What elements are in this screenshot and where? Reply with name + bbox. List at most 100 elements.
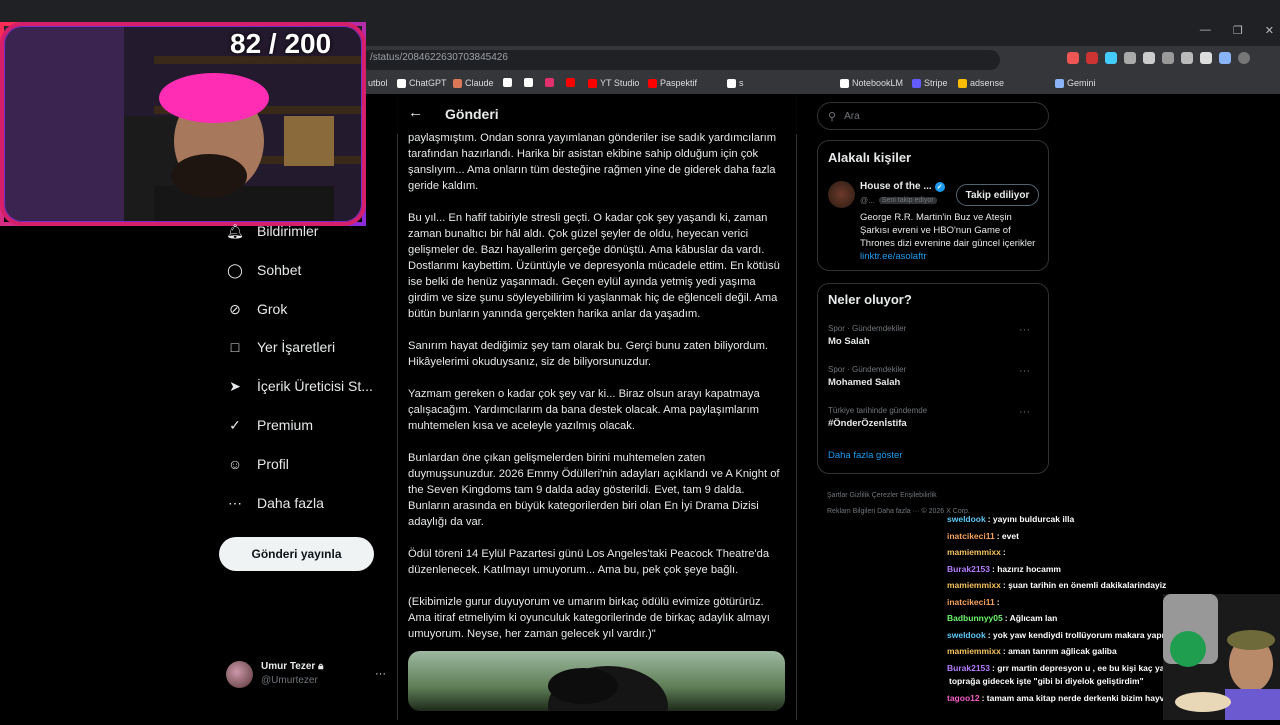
chat-username[interactable]: sweldook bbox=[947, 630, 986, 640]
chat-message: sweldook: yok yaw kendiydi trollüyorum m… bbox=[947, 630, 1190, 640]
bookmark-item[interactable]: s bbox=[727, 78, 744, 88]
bookmark-item[interactable]: ChatGPT bbox=[397, 78, 447, 88]
chat-username[interactable]: mamiemmixx bbox=[947, 580, 1001, 590]
more-icon[interactable]: ··· bbox=[1019, 324, 1030, 336]
chat-username[interactable]: inatcikeci11 bbox=[947, 597, 995, 607]
sidebar-item[interactable]: □ Yer İşaretleri bbox=[226, 338, 335, 356]
trend-name: #ÖnderÖzenİstifa bbox=[828, 418, 907, 429]
bookmark-item[interactable]: adsense bbox=[958, 78, 1004, 88]
chat-text: : Ağlıcam lan bbox=[1004, 613, 1058, 623]
chat-username[interactable]: mamiemmixx bbox=[947, 547, 1001, 557]
footer-line[interactable]: Şartlar Gizlilik Çerezler Erişilebilirli… bbox=[827, 488, 1047, 504]
more-icon[interactable]: ··· bbox=[375, 668, 386, 680]
post-button[interactable]: Gönderi yayınla bbox=[219, 537, 374, 571]
extension-icon[interactable] bbox=[1181, 52, 1193, 64]
sidebar-item[interactable]: ◯ Sohbet bbox=[226, 261, 301, 279]
extension-icon[interactable] bbox=[1162, 52, 1174, 64]
verified-badge-icon: ✓ bbox=[934, 181, 945, 192]
extension-icon[interactable] bbox=[1086, 52, 1098, 64]
chat-username[interactable]: Badbunnyy05 bbox=[947, 613, 1003, 623]
sidebar-item-label: Sohbet bbox=[257, 262, 302, 278]
bookmark-favicon-icon bbox=[1055, 78, 1064, 88]
sidebar-item-label: Profil bbox=[257, 456, 289, 472]
chat-text: : yok yaw kendiydi trollüyorum makara ya… bbox=[987, 630, 1190, 640]
chat-username[interactable]: tagoo12 bbox=[947, 693, 980, 703]
post-paragraph: paylaşmıştım. Ondan sonra yayımlanan gön… bbox=[408, 132, 777, 192]
extension-icon[interactable] bbox=[1200, 52, 1212, 64]
bookmark-item[interactable] bbox=[524, 78, 536, 87]
extension-icon[interactable] bbox=[1067, 52, 1079, 64]
sidebar-item[interactable]: ☺ Profil bbox=[226, 455, 289, 473]
post-paragraph: Sanırım hayat dediğimiz şey tam olarak b… bbox=[408, 340, 769, 368]
related-link[interactable]: linktr.ee/asolaftr bbox=[860, 251, 927, 262]
extension-icon[interactable] bbox=[1143, 52, 1155, 64]
trend-item[interactable]: Türkiye tarihinde gündemde #ÖnderÖzenİst… bbox=[828, 406, 1040, 429]
trends-title: Neler oluyor? bbox=[828, 292, 912, 307]
trend-item[interactable]: Spor · Gündemdekiler Mohamed Salah ··· bbox=[828, 365, 1040, 388]
chat-username[interactable]: Burak2153 bbox=[947, 663, 990, 673]
related-name[interactable]: House of the ... bbox=[860, 181, 932, 192]
bookmark-item[interactable] bbox=[503, 78, 515, 87]
minimize-button[interactable]: — bbox=[1200, 24, 1211, 37]
chat-username[interactable]: inatcikeci11 bbox=[947, 531, 995, 541]
chat-message: inatcikeci11: evet bbox=[947, 531, 1019, 541]
search-placeholder: Ara bbox=[844, 110, 860, 122]
chat-username[interactable]: mamiemmixx bbox=[947, 646, 1001, 656]
bookmark-item[interactable]: Stripe bbox=[912, 78, 948, 88]
related-title: Alakalı kişiler bbox=[828, 150, 912, 165]
bookmark-favicon-icon bbox=[958, 78, 967, 88]
bookmark-item[interactable]: utbol bbox=[368, 78, 388, 88]
bookmark-favicon-icon bbox=[545, 78, 554, 87]
bookmark-item[interactable]: Paspektif bbox=[648, 78, 697, 88]
bookmark-item[interactable]: Gemini bbox=[1055, 78, 1096, 88]
follows-you-badge: Seni takip ediyor bbox=[878, 197, 937, 204]
back-arrow-icon[interactable]: ← bbox=[408, 104, 423, 121]
chat-username[interactable]: Burak2153 bbox=[947, 564, 990, 574]
bookmark-favicon-icon bbox=[648, 78, 657, 88]
post-image[interactable] bbox=[408, 651, 785, 711]
bookmark-item[interactable] bbox=[545, 78, 557, 87]
url-text: /status/2084622630703845426 bbox=[370, 52, 508, 63]
following-button[interactable]: Takip ediliyor bbox=[956, 184, 1039, 206]
close-button[interactable]: ✕ bbox=[1265, 24, 1274, 37]
extension-icon[interactable] bbox=[1105, 52, 1117, 64]
account-switcher[interactable]: Umur Tezer 🔒︎ @Umurtezer ··· bbox=[226, 660, 386, 688]
sidebar-item[interactable]: ⋯ Daha fazla bbox=[226, 494, 324, 512]
profile-avatar-icon[interactable] bbox=[1238, 52, 1250, 64]
sidebar-item[interactable]: ✓ Premium bbox=[226, 416, 313, 434]
bookmark-label: s bbox=[739, 78, 744, 88]
chat-message: inatcikeci11: bbox=[947, 597, 1000, 607]
related-people-card: Alakalı kişiler House of the ... ✓ @... … bbox=[817, 140, 1049, 271]
chat-message: mamiemmixx: şuan tarihin en önemli dakik… bbox=[947, 580, 1166, 590]
bookmark-favicon-icon bbox=[524, 78, 533, 87]
post-paragraph: Yazmam gereken o kadar çok şey var ki...… bbox=[408, 388, 760, 432]
sidebar-item[interactable]: ⊘ Grok bbox=[226, 300, 287, 318]
show-more-link[interactable]: Daha fazla göster bbox=[828, 450, 902, 461]
related-handle: @... bbox=[860, 196, 875, 205]
bookmark-label: YT Studio bbox=[600, 78, 640, 88]
search-input[interactable]: ⚲ Ara bbox=[817, 102, 1049, 130]
bookmark-item[interactable]: NotebookLM bbox=[840, 78, 903, 88]
avatar[interactable] bbox=[828, 181, 855, 208]
sidebar-item-label: Yer İşaretleri bbox=[257, 339, 336, 355]
bookmark-item[interactable]: YT Studio bbox=[588, 78, 639, 88]
stream-counter: 82 / 200 bbox=[230, 28, 332, 59]
grok-icon: ⊘ bbox=[229, 300, 241, 317]
window-controls: — ❐ ✕ bbox=[1200, 24, 1274, 37]
sidebar-item[interactable]: 🔔︎ Bildirimler bbox=[226, 222, 318, 240]
bookmark-item[interactable] bbox=[566, 78, 578, 87]
bookmark-label: ChatGPT bbox=[409, 78, 447, 88]
trend-item[interactable]: Spor · Gündemdekiler Mo Salah ··· bbox=[828, 324, 1040, 347]
chat-message: mamiemmixx: aman tanrım ağlicak galiba bbox=[947, 646, 1117, 656]
chat-text: : aman tanrım ağlicak galiba bbox=[1002, 646, 1117, 656]
bookmark-item[interactable]: Claude bbox=[453, 78, 494, 88]
more-icon[interactable]: ··· bbox=[1019, 406, 1030, 418]
chat-username[interactable]: sweldook bbox=[947, 514, 986, 524]
restore-button[interactable]: ❐ bbox=[1233, 24, 1243, 37]
extension-icon[interactable] bbox=[1219, 52, 1231, 64]
chat-text: : bbox=[1002, 547, 1006, 557]
extension-icon[interactable] bbox=[1124, 52, 1136, 64]
trend-category: Türkiye tarihinde gündemde bbox=[828, 406, 928, 415]
sidebar-item[interactable]: ➤ İçerik Üreticisi St... bbox=[226, 377, 373, 395]
more-icon[interactable]: ··· bbox=[1019, 365, 1030, 377]
